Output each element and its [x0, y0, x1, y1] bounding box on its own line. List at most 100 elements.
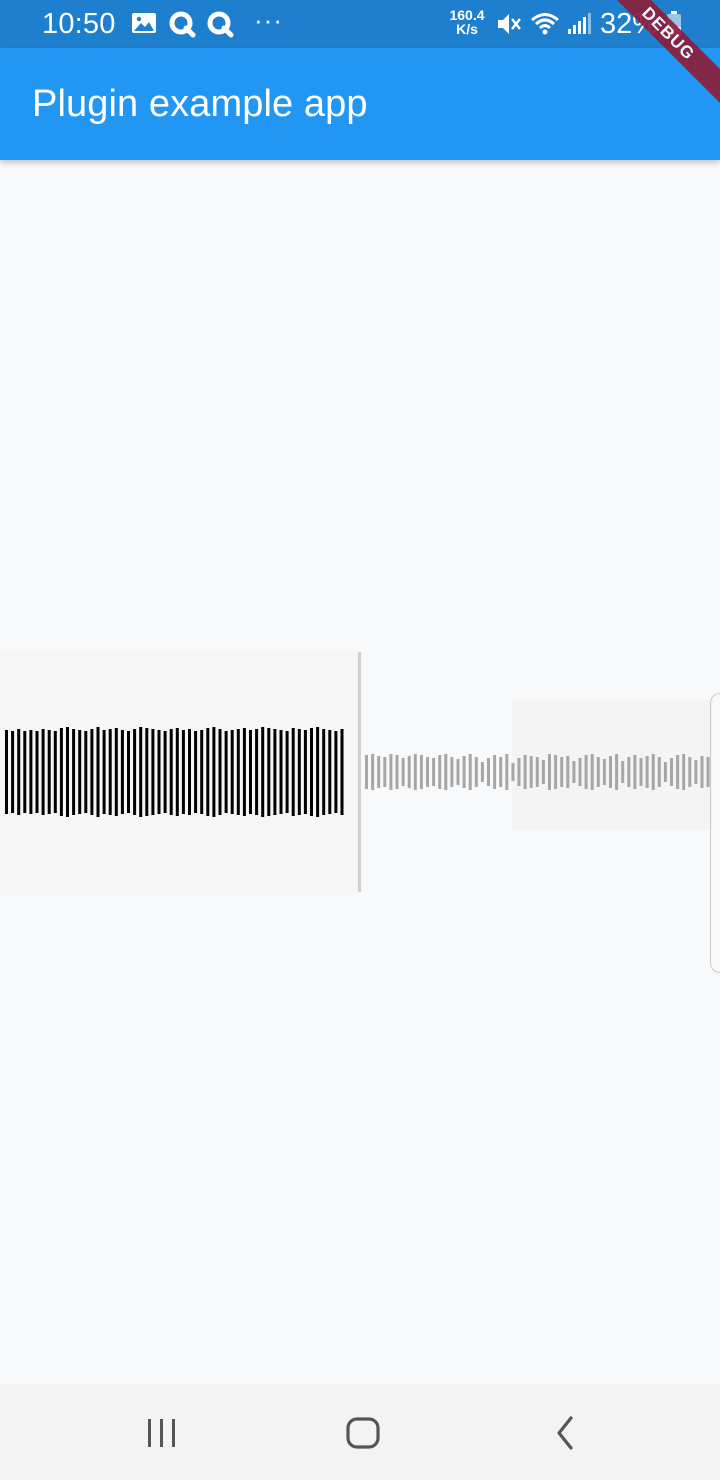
waveform-bar-played: [11, 731, 15, 813]
waveform-bar-unplayed: [517, 758, 521, 786]
waveform-bar-played: [114, 728, 118, 816]
waveform-bar-played: [310, 728, 313, 816]
waveform-bar-unplayed: [468, 754, 472, 790]
waveform-bar-unplayed: [401, 758, 405, 786]
app-bar: Plugin example app: [0, 48, 720, 160]
waveform-bar-unplayed: [419, 755, 423, 789]
waveform-bar-unplayed: [426, 757, 429, 787]
waveform-bar-unplayed: [529, 756, 533, 788]
waveform-bar-played: [188, 729, 191, 815]
waveform-bar-unplayed: [554, 755, 558, 789]
waveform-bar-played: [175, 728, 179, 816]
waveform-bar-unplayed: [590, 754, 594, 790]
waveform-bar-unplayed: [670, 758, 673, 786]
waveform-bar-unplayed: [371, 754, 375, 790]
waveform-bar-unplayed: [535, 757, 539, 787]
waveform-bar-played: [291, 728, 295, 816]
waveform-bar-played: [133, 729, 137, 815]
waveform-bar-played: [157, 730, 161, 814]
waveform-bar-played: [297, 729, 301, 815]
waveform-bar-unplayed: [438, 755, 442, 789]
q-app-icon: [168, 10, 196, 38]
unplayed-bars: [365, 754, 710, 790]
q-app-icon: [206, 10, 234, 38]
waveform-bar-unplayed: [462, 756, 466, 788]
waveform-bar-played: [334, 731, 338, 813]
waveform-bar-unplayed: [493, 755, 497, 789]
waveform-bar-played: [181, 730, 185, 814]
playback-cursor[interactable]: [358, 652, 361, 892]
waveform-bar-played: [267, 728, 271, 816]
waveform-bar-unplayed: [523, 755, 527, 789]
waveform-bar-unplayed: [621, 761, 625, 783]
waveform-bar-unplayed: [365, 755, 368, 789]
back-button[interactable]: [535, 1408, 595, 1458]
waveform-bar-unplayed: [566, 756, 570, 788]
mute-icon: [494, 10, 522, 38]
waveform-bar-unplayed: [578, 758, 582, 786]
waveform-bar-played: [236, 729, 240, 815]
wifi-icon: [530, 10, 559, 38]
network-speed-value: 160.4: [449, 7, 485, 23]
waveform-bar-unplayed: [657, 757, 661, 787]
waveform-bar-unplayed: [505, 754, 509, 790]
app-title: Plugin example app: [32, 83, 368, 125]
waveform-bar-played: [279, 730, 283, 814]
edge-panel-handle[interactable]: [710, 693, 720, 973]
waveform-bar-played: [242, 728, 246, 816]
waveform-bar-played: [249, 730, 252, 814]
waveform-bar-played: [261, 727, 265, 817]
waveform-bar-unplayed: [395, 755, 399, 789]
waveform-bar-unplayed: [639, 758, 643, 786]
waveform-bar-unplayed: [450, 757, 454, 787]
waveform-bar-unplayed: [541, 760, 545, 784]
home-button[interactable]: [333, 1408, 393, 1458]
waveform-bar-unplayed: [456, 759, 460, 785]
waveform-bar-unplayed: [572, 761, 576, 783]
waveform-bar-played: [96, 727, 100, 817]
audio-waveform[interactable]: [0, 650, 720, 895]
waveform-bar-played: [163, 731, 167, 813]
waveform-bar-played: [218, 729, 222, 815]
waveform-bar-unplayed: [694, 760, 698, 784]
waveform-bar-played: [23, 731, 27, 813]
waveform-bar-played: [151, 729, 155, 815]
network-speed-unit: K/s: [456, 21, 478, 37]
waveform-bar-unplayed: [682, 754, 686, 790]
network-speed: 160.4 K/s: [444, 8, 490, 36]
waveform-bar-played: [316, 727, 320, 817]
waveform-bar-played: [230, 730, 234, 814]
waveform-bar-played: [206, 728, 210, 816]
status-time: 10:50: [42, 8, 116, 40]
waveform-bar-unplayed: [633, 755, 637, 789]
waveform-bar-unplayed: [700, 756, 704, 788]
waveform-bar-played: [90, 729, 94, 815]
waveform-bar-played: [303, 730, 307, 814]
waveform-bar-played: [127, 731, 130, 813]
waveform-bar-unplayed: [663, 762, 667, 782]
waveform-bar-unplayed: [383, 757, 387, 787]
waveform-bar-played: [66, 727, 69, 817]
recent-apps-button[interactable]: [132, 1408, 192, 1458]
waveform-bar-unplayed: [627, 757, 631, 787]
waveform-bar-played: [224, 731, 228, 813]
waveform-bar-played: [84, 731, 88, 813]
waveform-bar-unplayed: [487, 758, 490, 786]
waveform-bar-unplayed: [584, 755, 588, 789]
waveform-bar-unplayed: [609, 756, 612, 788]
waveform-canvas[interactable]: [0, 650, 720, 895]
waveform-bar-played: [59, 728, 63, 816]
waveform-bar-played: [322, 729, 326, 815]
waveform-bar-unplayed: [676, 755, 680, 789]
waveform-bar-played: [328, 730, 332, 814]
waveform-bar-played: [35, 731, 39, 813]
waveform-bar-unplayed: [511, 763, 515, 781]
waveform-bar-unplayed: [651, 754, 655, 790]
image-icon: [131, 10, 159, 38]
waveform-bar-played: [29, 730, 33, 814]
waveform-bar-unplayed: [413, 754, 417, 790]
waveform-bar-played: [139, 727, 143, 817]
waveform-bar-unplayed: [602, 759, 606, 785]
waveform-bar-played: [340, 729, 344, 815]
waveform-bar-played: [194, 731, 198, 813]
